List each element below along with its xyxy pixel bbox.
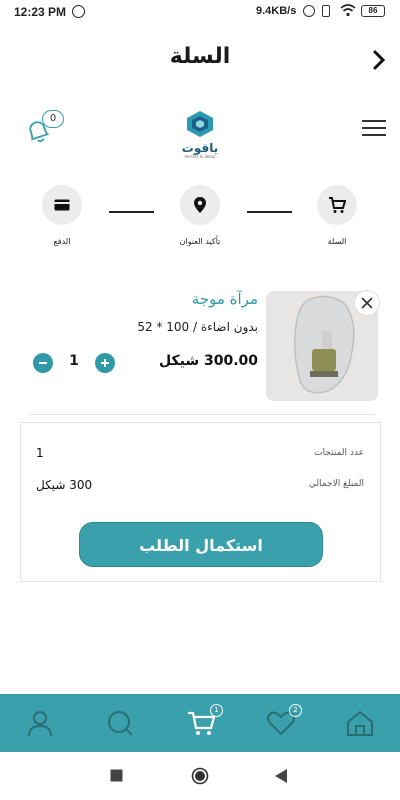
location-pin-icon [194,197,206,213]
home-icon[interactable] [345,708,375,738]
decrease-quantity-button[interactable] [33,353,53,373]
logo: ياقوت mirrors & decor [180,110,220,162]
notification-badge: 0 [42,110,64,128]
step-payment [42,185,82,225]
wifi-icon [340,4,356,17]
cart-icon [329,197,346,213]
back-chevron-icon[interactable] [370,48,388,72]
logo-tagline: mirrors & decor [184,154,216,159]
order-summary: عدد المنتجات 1 المبلغ الاجمالي 300 شيكل … [20,422,381,582]
divider [30,414,375,415]
step-connector [109,211,154,213]
vibrate-icon [322,5,330,17]
total-value: 300 شيكل [36,478,93,492]
whatsapp-icon [72,5,85,18]
page-title: السلة [169,44,231,69]
step-label-address: تأكيد العنوان [179,237,221,246]
checkout-button[interactable]: استكمال الطلب [79,522,323,567]
product-name[interactable]: مرآة موجة [192,290,258,308]
product-variant: بدون اضاءة / 100 * 52 [137,320,258,334]
quantity-value: 1 [69,353,79,369]
favorites-count-badge: 2 [289,704,302,717]
system-nav-bar [0,752,400,800]
status-time: 12:23 PM [14,5,67,19]
recent-apps-icon[interactable] [110,769,123,782]
hamburger-menu-icon[interactable] [362,120,386,138]
step-label-payment: الدفع [53,237,71,246]
total-label: المبلغ الاجمالي [308,479,364,489]
back-button-icon[interactable] [274,768,288,784]
cart-count-badge: 1 [210,704,223,717]
minus-icon [39,362,47,364]
product-price: 300.00 شيكل [158,353,258,369]
alarm-icon [303,5,315,17]
credit-card-icon [54,199,70,211]
step-label-cart: السلة [327,237,347,246]
bottom-nav: 1 2 [0,694,400,752]
network-speed: 9.4KB/s [256,5,297,17]
step-cart [317,185,357,225]
search-icon[interactable] [105,708,135,738]
step-connector [247,211,292,213]
logo-gem-icon [187,111,213,137]
status-bar: 12:23 PM 9.4KB/s 86 [0,0,400,24]
battery-indicator: 86 [361,5,385,17]
step-address [180,185,220,225]
close-icon [361,297,373,309]
profile-icon[interactable] [25,708,55,738]
plus-icon [101,359,109,367]
product-count-label: عدد المنتجات [314,448,364,458]
home-button-icon[interactable] [191,767,209,785]
product-count-value: 1 [36,446,44,460]
remove-item-button[interactable] [354,290,380,316]
increase-quantity-button[interactable] [95,353,115,373]
logo-name: ياقوت [181,141,219,155]
